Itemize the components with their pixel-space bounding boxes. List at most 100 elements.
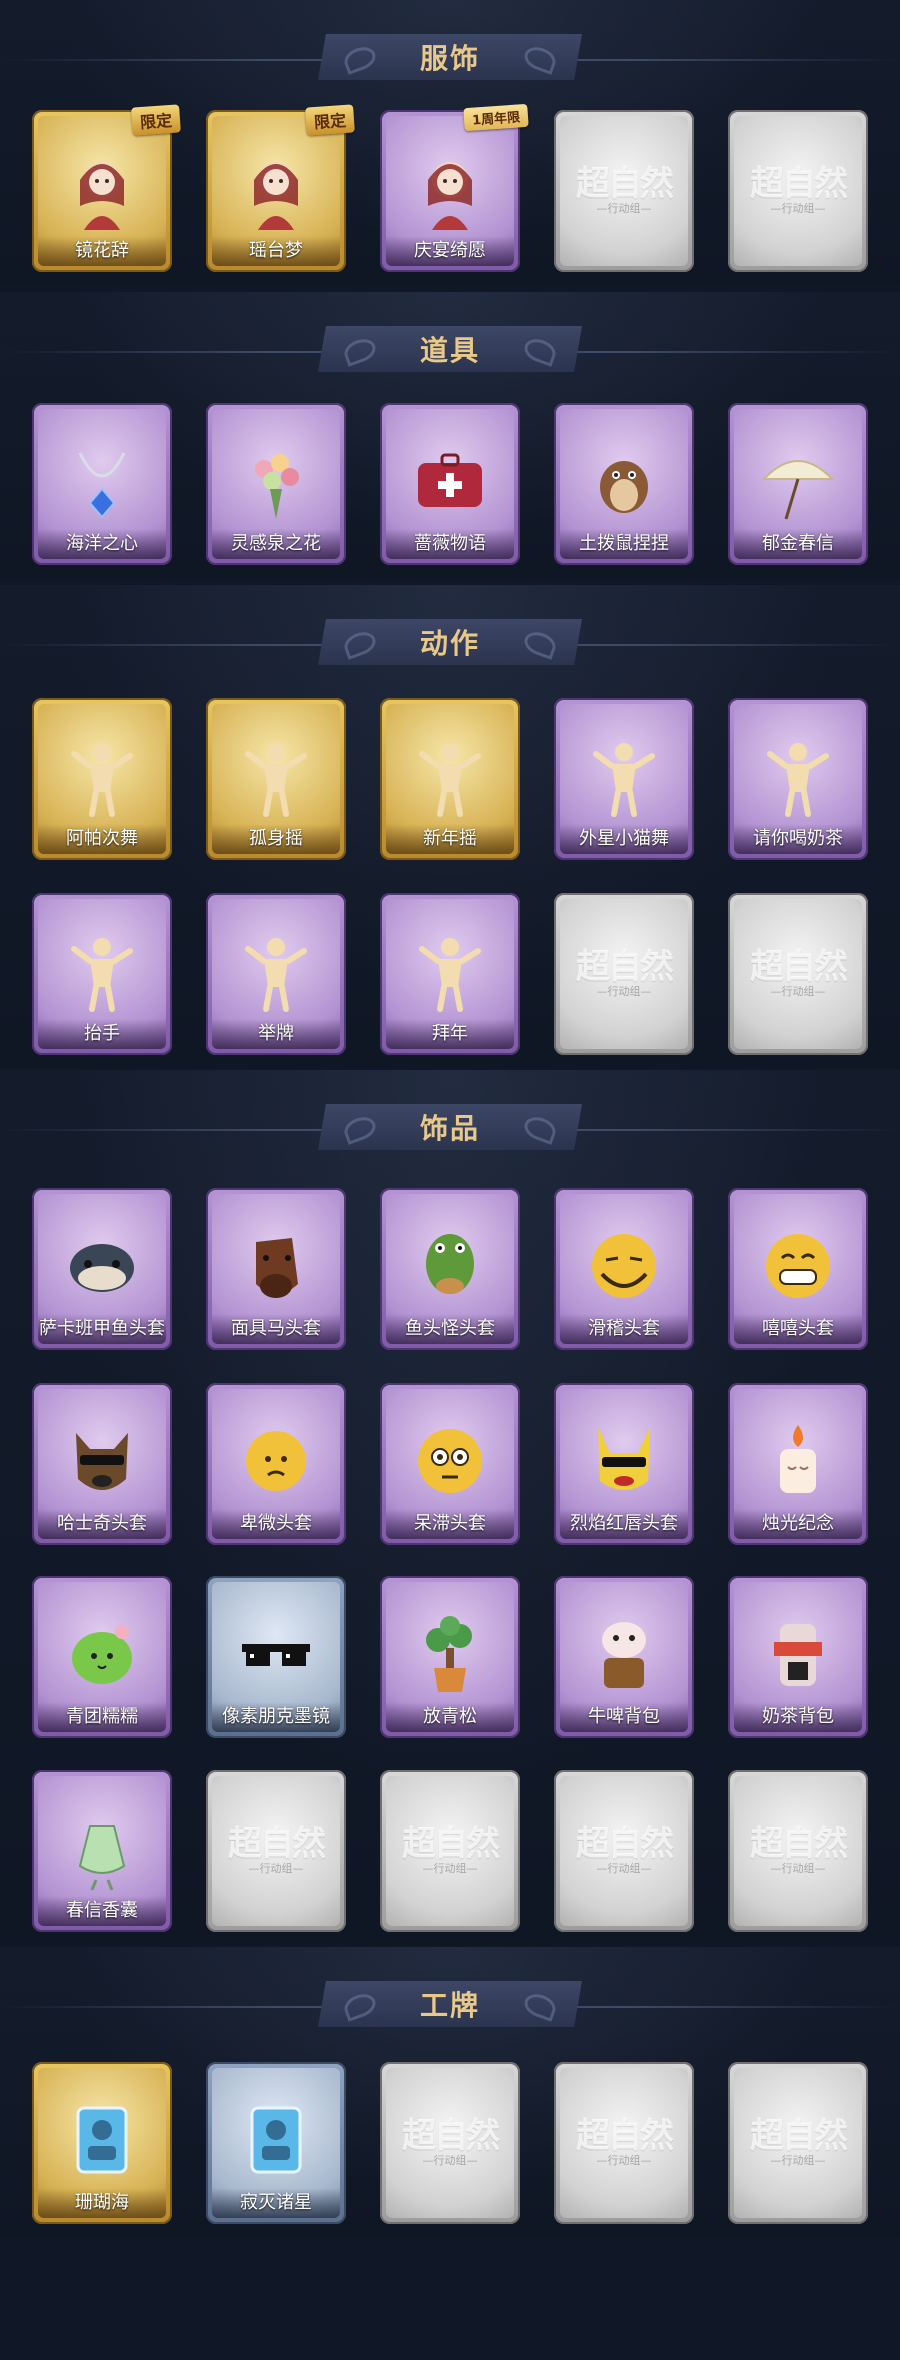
item-card[interactable]: 牛啤背包	[554, 1576, 694, 1738]
placeholder-logo-icon: 超自然	[402, 1824, 500, 1864]
item-card[interactable]: 面具马头套	[206, 1188, 346, 1350]
item-label: 新年摇	[386, 824, 514, 854]
placeholder-logo-subtitle: —行动组—	[770, 1862, 826, 1875]
item-card[interactable]: 抬手	[32, 893, 172, 1055]
item-card[interactable]: 灵感泉之花	[206, 403, 346, 565]
placeholder-logo-icon: 超自然	[576, 2116, 674, 2156]
item-card[interactable]: 外星小猫舞	[554, 698, 694, 860]
item-frame: 春信香囊	[38, 1776, 166, 1926]
item-card[interactable]: 限定 镜花辞	[32, 104, 181, 272]
umbrella-icon	[756, 439, 840, 523]
item-card[interactable]: 孤身摇	[206, 698, 346, 860]
placeholder-logo-icon: 超自然	[402, 2116, 500, 2156]
placeholder-logo-icon: 超自然	[750, 1824, 848, 1864]
item-frame: 牛啤背包	[560, 1582, 688, 1732]
item-frame: 超自然 —行动组—	[386, 1776, 514, 1926]
section-title: 饰品	[419, 1112, 480, 1145]
item-card[interactable]: 鱼头怪头套	[380, 1188, 520, 1350]
dance-pose-icon	[234, 734, 318, 818]
placeholder-logo-subtitle: —行动组—	[596, 202, 652, 215]
limited-tag: 1周年限	[463, 103, 529, 132]
character-portrait-icon	[408, 146, 492, 230]
locked-item-card[interactable]: 超自然 —行动组—	[554, 1770, 694, 1932]
item-frame: 放青松	[386, 1582, 514, 1732]
locked-item-card[interactable]: 超自然 —行动组—	[728, 1770, 868, 1932]
item-card[interactable]: 海洋之心	[32, 403, 172, 565]
placeholder-logo-subtitle: —行动组—	[422, 1862, 478, 1875]
item-card[interactable]: 卑微头套	[206, 1383, 346, 1545]
item-label: 萨卡班甲鱼头套	[38, 1314, 166, 1344]
item-label: 郁金春信	[734, 529, 862, 559]
item-label: 镜花辞	[38, 236, 166, 266]
item-card[interactable]: 1周年限 庆宴绮愿	[380, 103, 529, 272]
placeholder-logo-icon: 超自然	[750, 164, 848, 204]
locked-item-card[interactable]: 超自然 —行动组—	[728, 893, 868, 1055]
item-card[interactable]: 限定 瑶台梦	[206, 104, 355, 272]
item-card[interactable]: 哈士奇头套	[32, 1383, 172, 1545]
item-card[interactable]: 阿帕次舞	[32, 698, 172, 860]
item-card[interactable]: 萨卡班甲鱼头套	[32, 1188, 172, 1350]
item-card[interactable]: 拜年	[380, 893, 520, 1055]
item-card[interactable]: 烛光纪念	[728, 1383, 868, 1545]
item-label: 寂灭诸星	[212, 2188, 340, 2218]
section-title: 动作	[419, 627, 480, 660]
item-card[interactable]: 烈焰红唇头套	[554, 1383, 694, 1545]
item-card[interactable]: 春信香囊	[32, 1770, 172, 1932]
item-card[interactable]: 放青松	[380, 1576, 520, 1738]
item-label: 放青松	[386, 1702, 514, 1732]
item-card[interactable]: 举牌	[206, 893, 346, 1055]
item-card[interactable]: 请你喝奶茶	[728, 698, 868, 860]
item-frame: 超自然 —行动组—	[734, 116, 862, 266]
item-frame: 滑稽头套	[560, 1194, 688, 1344]
placeholder-logo-subtitle: —行动组—	[770, 2154, 826, 2167]
item-frame: 超自然 —行动组—	[212, 1776, 340, 1926]
item-frame: 灵感泉之花	[212, 409, 340, 559]
locked-item-card[interactable]: 超自然 —行动组—	[728, 2062, 868, 2224]
locked-item-card[interactable]: 超自然 —行动组—	[554, 2062, 694, 2224]
grin-face-icon	[756, 1224, 840, 1308]
item-frame: 土拨鼠捏捏	[560, 409, 688, 559]
item-frame: 青团糯糯	[38, 1582, 166, 1732]
locked-item-card[interactable]: 超自然 —行动组—	[728, 110, 868, 272]
pixel-sunglasses-icon	[234, 1612, 318, 1696]
section-header: 道具	[0, 322, 900, 382]
cow-backpack-icon	[582, 1612, 666, 1696]
locked-item-card[interactable]: 超自然 —行动组—	[554, 110, 694, 272]
medical-box-icon	[408, 439, 492, 523]
item-card[interactable]: 土拨鼠捏捏	[554, 403, 694, 565]
placeholder-logo-icon: 超自然	[750, 947, 848, 987]
item-card[interactable]: 呆滞头套	[380, 1383, 520, 1545]
item-frame: 镜花辞	[38, 116, 166, 266]
item-card[interactable]: 新年摇	[380, 698, 520, 860]
section-header: 服饰	[0, 30, 900, 90]
item-frame: 超自然 —行动组—	[386, 2068, 514, 2218]
item-frame: 超自然 —行动组—	[734, 899, 862, 1049]
fish-monster-head-icon	[408, 1224, 492, 1308]
item-frame: 超自然 —行动组—	[560, 2068, 688, 2218]
section-header: 饰品	[0, 1100, 900, 1160]
locked-item-card[interactable]: 超自然 —行动组—	[206, 1770, 346, 1932]
item-card[interactable]: 嘻嘻头套	[728, 1188, 868, 1350]
locked-item-card[interactable]: 超自然 —行动组—	[554, 893, 694, 1055]
item-card[interactable]: 寂灭诸星	[206, 2062, 346, 2224]
husky-head-icon	[60, 1419, 144, 1503]
item-card[interactable]: 滑稽头套	[554, 1188, 694, 1350]
item-card[interactable]: 青团糯糯	[32, 1576, 172, 1738]
item-card[interactable]: 珊瑚海	[32, 2062, 172, 2224]
section-header: 动作	[0, 615, 900, 675]
item-card[interactable]: 蔷薇物语	[380, 403, 520, 565]
character-portrait-icon	[60, 146, 144, 230]
item-card[interactable]: 郁金春信	[728, 403, 868, 565]
placeholder-logo-icon: 超自然	[750, 2116, 848, 2156]
item-frame: 超自然 —行动组—	[734, 2068, 862, 2218]
section-banner: 工牌	[318, 1981, 582, 2027]
dazed-face-icon	[408, 1419, 492, 1503]
item-card[interactable]: 奶茶背包	[728, 1576, 868, 1738]
item-card[interactable]: 像素朋克墨镜	[206, 1576, 346, 1738]
section-title: 道具	[419, 334, 480, 367]
item-frame: 郁金春信	[734, 409, 862, 559]
locked-item-card[interactable]: 超自然 —行动组—	[380, 1770, 520, 1932]
locked-item-card[interactable]: 超自然 —行动组—	[380, 2062, 520, 2224]
item-label: 土拨鼠捏捏	[560, 529, 688, 559]
item-frame: 卑微头套	[212, 1389, 340, 1539]
